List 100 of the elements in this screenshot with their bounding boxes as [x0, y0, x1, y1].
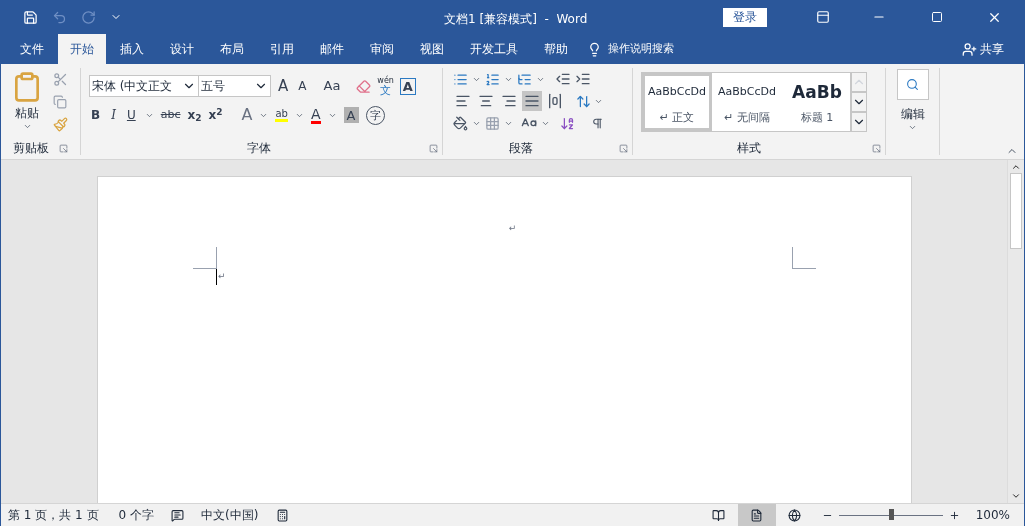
- style-name: ↵ 无间隔: [724, 109, 770, 126]
- dialog-launcher-icon[interactable]: [59, 143, 68, 153]
- zoom-slider[interactable]: [838, 509, 943, 521]
- search-icon: [906, 78, 919, 91]
- underline-button[interactable]: U: [124, 106, 138, 124]
- numbering-icon[interactable]: [485, 71, 500, 87]
- redo-icon[interactable]: [81, 9, 96, 25]
- window-title: 文档1 [兼容模式] - Word: [444, 11, 588, 28]
- globe-icon: [788, 508, 802, 522]
- ribbon-display-icon[interactable]: [816, 10, 830, 24]
- zoom-slider-thumb[interactable]: [888, 509, 894, 520]
- paint-bucket-icon[interactable]: [453, 115, 468, 131]
- ribbon-tab[interactable]: 布局: [208, 34, 256, 64]
- grow-font-button[interactable]: A: [275, 74, 292, 98]
- scrollbar-thumb[interactable]: [1010, 173, 1022, 249]
- ribbon-tab[interactable]: 邮件: [308, 34, 356, 64]
- ribbon-tab[interactable]: 文件: [8, 34, 56, 64]
- strikethrough-button[interactable]: abc: [160, 106, 181, 124]
- font-size-field[interactable]: 五号: [198, 75, 271, 97]
- decrease-indent-icon[interactable]: [555, 71, 571, 87]
- style-preview: AaBb: [792, 81, 842, 104]
- style-name: ↵ 正文: [659, 109, 695, 126]
- margin-corner-mark: [193, 247, 217, 269]
- macro-icon[interactable]: [276, 508, 290, 522]
- document-page[interactable]: ↵ ↵: [97, 176, 912, 503]
- ribbon-tab[interactable]: 审阅: [358, 34, 406, 64]
- change-case-button[interactable]: Aa: [319, 76, 345, 96]
- expand-gallery-icon[interactable]: [851, 112, 867, 132]
- bullets-icon[interactable]: [453, 71, 468, 87]
- line-spacing-icon[interactable]: [576, 93, 591, 109]
- clear-format-icon[interactable]: [356, 78, 372, 94]
- ribbon-tab[interactable]: 开始: [58, 34, 106, 64]
- group-label: 样式: [737, 142, 761, 154]
- shrink-font-button[interactable]: A: [295, 77, 310, 95]
- style-item[interactable]: AaBbCcDd ↵ 正文: [642, 73, 712, 131]
- zoom-in-icon[interactable]: [948, 509, 960, 521]
- dialog-launcher-icon[interactable]: [872, 143, 881, 153]
- word-count[interactable]: 0 个字: [118, 506, 154, 524]
- group-label: 剪贴板: [13, 142, 49, 154]
- login-button[interactable]: 登录: [723, 7, 767, 27]
- editing-button[interactable]: 编辑: [900, 105, 925, 123]
- bold-button[interactable]: B: [89, 106, 103, 124]
- paste-button[interactable]: 粘贴: [15, 104, 39, 122]
- superscript-button[interactable]: x$^{2}$: [208, 106, 223, 124]
- dialog-launcher-icon[interactable]: [619, 143, 628, 153]
- copy-icon[interactable]: [53, 95, 67, 109]
- highlight-button[interactable]: ab: [275, 108, 288, 122]
- proofing-icon[interactable]: [171, 508, 184, 522]
- font-color-button[interactable]: A: [310, 106, 321, 124]
- lightbulb-icon: [587, 41, 602, 57]
- ribbon-tab[interactable]: 帮助: [532, 34, 580, 64]
- character-border-button[interactable]: A: [399, 77, 416, 95]
- paragraph-mark: ↵: [218, 270, 226, 284]
- scroll-up-icon[interactable]: [1011, 162, 1021, 172]
- style-preview: AaBbCcDd: [718, 84, 776, 100]
- font-name-field[interactable]: 宋体 (中文正文: [89, 75, 199, 97]
- style-item[interactable]: AaBbCcDd ↵ 无间隔: [712, 73, 782, 131]
- increase-indent-icon[interactable]: [575, 71, 591, 87]
- italic-button[interactable]: I: [109, 106, 118, 124]
- save-icon[interactable]: [23, 9, 38, 25]
- margin-corner-mark: [792, 247, 816, 269]
- ribbon-tab[interactable]: 开发工具: [458, 34, 530, 64]
- style-item[interactable]: AaBb 标题 1: [782, 73, 850, 131]
- share-icon[interactable]: [962, 41, 977, 57]
- multilevel-list-icon[interactable]: [517, 71, 532, 87]
- align-icon[interactable]: [522, 91, 542, 111]
- ribbon-tab[interactable]: 设计: [158, 34, 206, 64]
- style-name: 标题 1: [800, 109, 834, 126]
- cut-icon[interactable]: [53, 72, 68, 87]
- scroll-down-icon[interactable]: [1011, 491, 1021, 501]
- undo-icon[interactable]: [52, 9, 67, 25]
- dialog-launcher-icon[interactable]: [429, 143, 438, 153]
- vertical-scrollbar[interactable]: [1007, 160, 1024, 503]
- caret-icon[interactable]: [908, 123, 917, 132]
- borders-icon[interactable]: [485, 115, 500, 131]
- shading-button[interactable]: A: [343, 107, 359, 123]
- ribbon-tab[interactable]: 引用: [258, 34, 306, 64]
- group-label: 字体: [247, 142, 271, 154]
- page-count[interactable]: 第 1 页，共 1 页: [8, 506, 99, 524]
- subscript-button[interactable]: x$_{2}$: [187, 106, 202, 124]
- ribbon-tab[interactable]: 视图: [408, 34, 456, 64]
- text-cursor: [216, 269, 217, 285]
- sort-icon[interactable]: [560, 115, 575, 131]
- show-marks-icon[interactable]: [591, 116, 604, 130]
- phonetic-guide-button[interactable]: wén 文: [375, 76, 396, 96]
- group-label: 段落: [509, 142, 533, 154]
- scroll-down-icon[interactable]: [851, 92, 867, 112]
- language-label[interactable]: 中文(中国): [201, 506, 259, 524]
- caret-icon[interactable]: [22, 122, 32, 131]
- share-label[interactable]: 共享: [980, 40, 1004, 58]
- view-button[interactable]: [737, 504, 776, 526]
- book-icon: [712, 508, 726, 522]
- paragraph-mark: ↵: [508, 221, 517, 235]
- zoom-level[interactable]: 100%: [975, 506, 1010, 524]
- style-preview: AaBbCcDd: [648, 84, 706, 100]
- maximize-icon[interactable]: [931, 11, 943, 23]
- find-button[interactable]: [896, 69, 929, 100]
- ribbon-tab[interactable]: 插入: [108, 34, 156, 64]
- text-effects-button[interactable]: A: [241, 103, 253, 127]
- tell-me-field[interactable]: 操作说明搜索: [608, 40, 728, 58]
